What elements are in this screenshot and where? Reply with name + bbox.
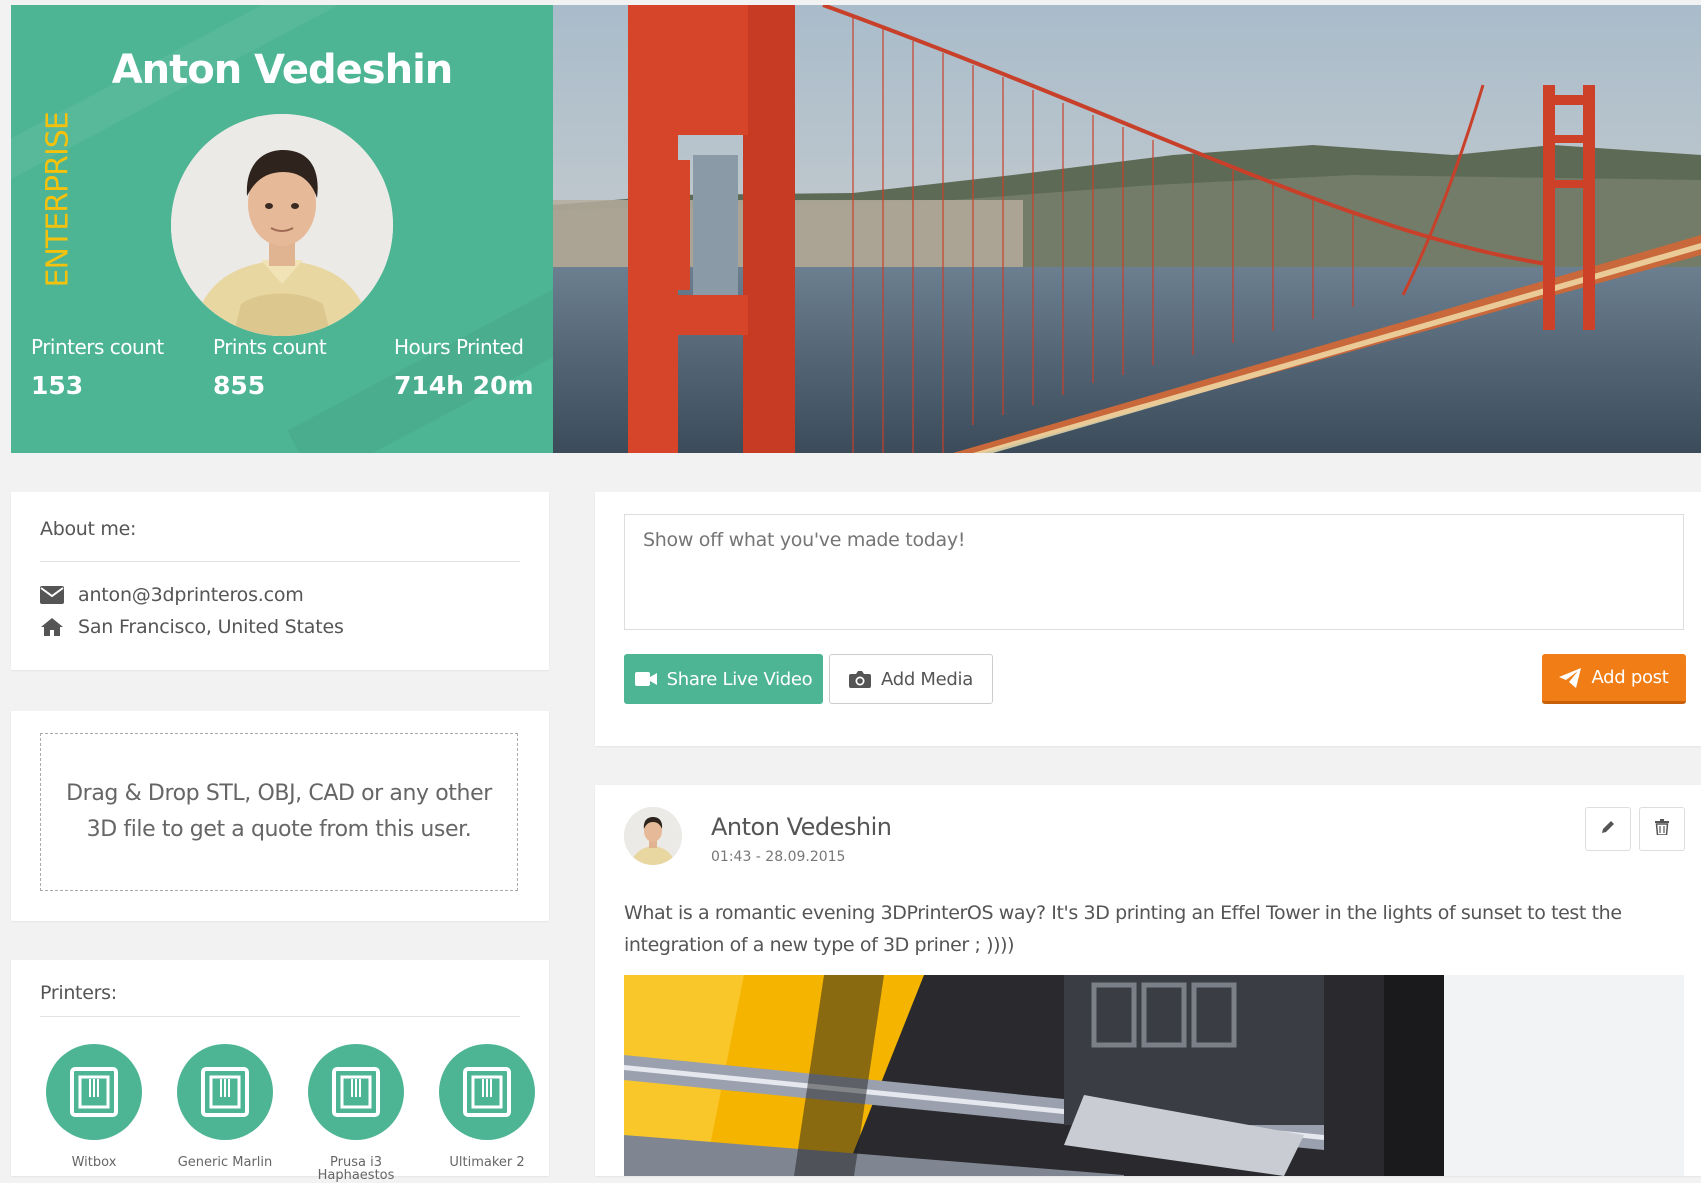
email-text[interactable]: anton@3dprinteros.com — [78, 584, 304, 606]
stat-value: 855 — [213, 371, 266, 400]
printer-item-generic-marlin[interactable]: Generic Marlin — [160, 1044, 290, 1169]
post-composer: Share Live Video Add Media Add post — [595, 492, 1701, 746]
stat-printers-count: Printers count 153 — [31, 335, 164, 400]
plan-badge: ENTERPRISE — [40, 112, 76, 288]
about-title: About me: — [40, 518, 137, 540]
stat-label: Printers count — [31, 335, 164, 359]
stat-value: 714h 20m — [394, 371, 534, 400]
profile-header: Anton Vedeshin ENTERPRISE Printers count… — [11, 5, 1701, 453]
printer-icon — [308, 1044, 404, 1140]
printer-name: Witbox — [71, 1155, 117, 1170]
stat-prints-count: Prints count 855 — [213, 335, 327, 400]
profile-name: Anton Vedeshin — [111, 47, 454, 93]
about-card: About me: anton@3dprinteros.com San Fran… — [11, 492, 549, 670]
printers-title: Printers: — [40, 982, 117, 1004]
feed-post: Anton Vedeshin 01:43 - 28.09.2015 What i… — [595, 785, 1701, 1176]
add-media-button[interactable]: Add Media — [829, 654, 993, 704]
share-live-video-button[interactable]: Share Live Video — [624, 654, 823, 704]
printer-item-ultimaker-2[interactable]: Ultimaker 2 — [422, 1044, 552, 1169]
stat-label: Prints count — [213, 335, 327, 359]
trash-icon — [1655, 819, 1669, 839]
cover-photo — [553, 5, 1701, 453]
edit-post-button[interactable] — [1585, 807, 1631, 851]
add-media-label: Add Media — [881, 668, 973, 690]
printer-name: Ultimaker 2 — [449, 1155, 525, 1170]
add-post-button[interactable]: Add post — [1542, 654, 1686, 704]
printer-icon — [439, 1044, 535, 1140]
printer-icon — [177, 1044, 273, 1140]
quote-dropzone-card: Drag & Drop STL, OBJ, CAD or any other 3… — [11, 711, 549, 921]
share-live-video-label: Share Live Video — [666, 668, 813, 690]
post-timestamp: 01:43 - 28.09.2015 — [711, 849, 846, 865]
stat-label: Hours Printed — [394, 335, 524, 359]
divider — [40, 1016, 520, 1017]
post-body: What is a romantic evening 3DPrinterOS w… — [624, 902, 1622, 956]
stat-hours-printed: Hours Printed 714h 20m — [394, 335, 534, 400]
printer-icon — [46, 1044, 142, 1140]
envelope-icon — [40, 586, 64, 604]
printer-item-prusa-i3[interactable]: Prusa i3 Haphaestos — [291, 1044, 421, 1182]
divider — [40, 561, 520, 562]
printers-card: Printers: Witbox Generic Marlin Prusa i3… — [11, 960, 552, 1182]
avatar[interactable] — [171, 114, 393, 336]
post-author-name[interactable]: Anton Vedeshin — [711, 813, 892, 841]
home-icon — [40, 618, 64, 636]
post-input[interactable] — [624, 514, 1684, 630]
camera-icon — [849, 670, 872, 688]
location-text: San Francisco, United States — [78, 616, 344, 638]
stat-value: 153 — [31, 371, 84, 400]
profile-panel: Anton Vedeshin ENTERPRISE Printers count… — [11, 5, 553, 453]
delete-post-button[interactable] — [1639, 807, 1685, 851]
post-image[interactable] — [624, 975, 1684, 1176]
paper-plane-icon — [1559, 667, 1582, 688]
post-author-avatar[interactable] — [624, 807, 682, 865]
printer-name: Prusa i3 Haphaestos — [317, 1155, 395, 1183]
add-post-label: Add post — [1591, 667, 1669, 688]
printer-item-witbox[interactable]: Witbox — [29, 1044, 159, 1169]
pencil-icon — [1600, 819, 1616, 839]
location-row: San Francisco, United States — [40, 616, 344, 638]
video-camera-icon — [634, 672, 657, 686]
email-row: anton@3dprinteros.com — [40, 584, 304, 606]
file-dropzone[interactable]: Drag & Drop STL, OBJ, CAD or any other 3… — [40, 733, 518, 891]
printer-name: Generic Marlin — [177, 1155, 273, 1170]
